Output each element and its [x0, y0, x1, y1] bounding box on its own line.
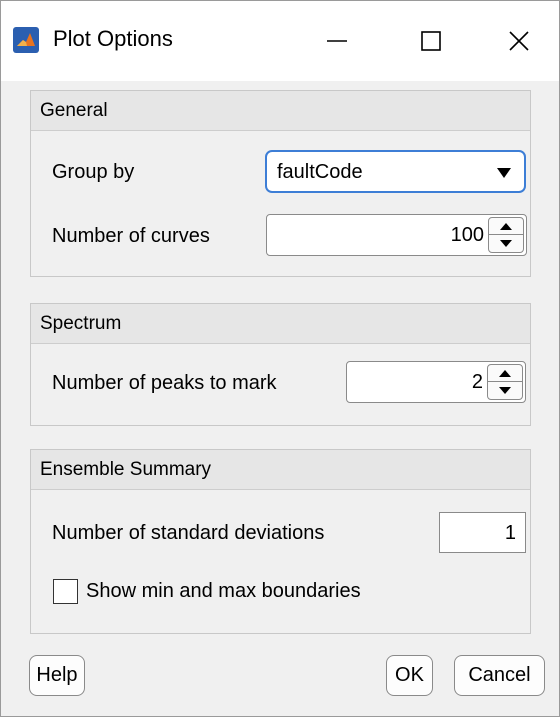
title-bar[interactable]: Plot Options [1, 1, 559, 81]
close-icon [509, 31, 529, 51]
num-std-label: Number of standard deviations [52, 522, 325, 544]
num-peaks-label: Number of peaks to mark [52, 372, 277, 394]
num-curves-label: Number of curves [52, 225, 210, 247]
num-peaks-spin-buttons [487, 364, 523, 400]
group-by-label: Group by [52, 161, 135, 183]
matlab-icon [13, 27, 39, 53]
arrow-up-icon [500, 222, 512, 230]
spectrum-panel: Spectrum Number of peaks to mark 2 [30, 303, 531, 426]
help-button[interactable]: Help [29, 655, 85, 696]
maximize-icon [421, 31, 441, 51]
arrow-down-icon [500, 240, 512, 247]
num-peaks-spinner[interactable]: 2 [346, 361, 526, 403]
plot-options-dialog: Plot Options General Group by faultCode [0, 0, 560, 717]
group-by-dropdown[interactable]: faultCode [265, 150, 526, 193]
num-curves-value[interactable]: 100 [451, 222, 484, 248]
minimize-button[interactable] [293, 1, 381, 81]
num-curves-spin-buttons [488, 217, 524, 253]
cancel-button[interactable]: Cancel [454, 655, 545, 696]
arrow-up-icon [499, 369, 511, 377]
general-panel-header: General [31, 91, 530, 131]
close-button[interactable] [475, 1, 560, 81]
general-panel: General Group by faultCode Number of cur… [30, 90, 531, 277]
num-std-field[interactable]: 1 [439, 512, 526, 553]
ensemble-summary-panel-header: Ensemble Summary [31, 450, 530, 490]
num-peaks-value[interactable]: 2 [472, 369, 483, 395]
show-bounds-label[interactable]: Show min and max boundaries [86, 578, 361, 604]
chevron-down-icon [497, 168, 511, 178]
num-curves-decrement[interactable] [489, 235, 523, 252]
group-by-value: faultCode [277, 161, 363, 183]
num-peaks-decrement[interactable] [488, 382, 522, 399]
show-bounds-checkbox[interactable] [53, 579, 78, 604]
num-peaks-increment[interactable] [488, 365, 522, 382]
num-curves-increment[interactable] [489, 218, 523, 235]
minimize-icon [327, 40, 347, 42]
window-title: Plot Options [53, 26, 173, 51]
arrow-down-icon [499, 387, 511, 394]
num-curves-spinner[interactable]: 100 [266, 214, 527, 256]
spectrum-panel-header: Spectrum [31, 304, 530, 344]
maximize-button[interactable] [387, 1, 475, 81]
ok-button[interactable]: OK [386, 655, 433, 696]
ensemble-summary-panel: Ensemble Summary Number of standard devi… [30, 449, 531, 634]
num-std-value[interactable]: 1 [505, 520, 516, 546]
